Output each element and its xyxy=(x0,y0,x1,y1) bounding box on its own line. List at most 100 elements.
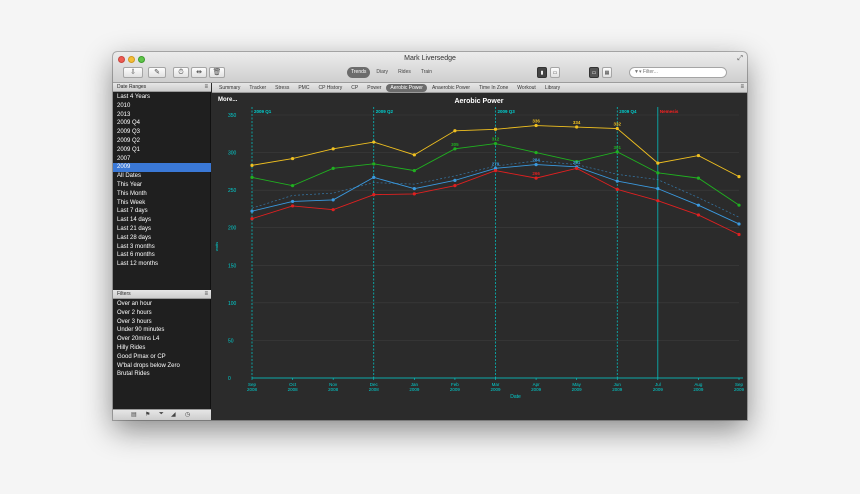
date-range-item[interactable]: Last 6 months xyxy=(113,251,211,260)
filter-input[interactable]: ▼▾ Filter... xyxy=(629,67,727,78)
x-tick-year: 2009 xyxy=(693,387,704,392)
tab-cp[interactable]: CP xyxy=(347,84,362,92)
date-range-item[interactable]: This Week xyxy=(113,199,211,208)
date-range-item[interactable]: Last 14 days xyxy=(113,216,211,225)
date-range-item[interactable]: Last 12 months xyxy=(113,260,211,269)
more-button[interactable]: More... xyxy=(218,97,237,103)
clock-icon[interactable]: ◷ xyxy=(185,411,190,418)
filter-item[interactable]: Under 90 minutes xyxy=(113,326,211,335)
tab-time-in-zone[interactable]: Time In Zone xyxy=(475,84,512,92)
segment-trends[interactable]: Trends xyxy=(347,67,371,78)
stopwatch-button[interactable]: ⏱ xyxy=(173,67,189,78)
tab-summary[interactable]: Summary xyxy=(215,84,244,92)
x-tick-year: 2009 xyxy=(612,387,623,392)
menu-icon[interactable]: ≡ xyxy=(204,83,208,92)
date-range-item[interactable]: Last 3 months xyxy=(113,243,211,252)
x-axis-label: Date xyxy=(510,394,521,400)
filter-item[interactable]: Over an hour xyxy=(113,300,211,309)
panel-icon: ▭ xyxy=(552,70,558,76)
tab-stress[interactable]: Stress xyxy=(271,84,293,92)
date-range-item[interactable]: This Year xyxy=(113,181,211,190)
data-point xyxy=(696,176,701,180)
date-range-item[interactable]: Last 7 days xyxy=(113,207,211,216)
date-range-item[interactable]: 2009 Q1 xyxy=(113,146,211,155)
data-point xyxy=(534,123,538,128)
segment-rides[interactable]: Rides xyxy=(394,67,415,78)
menu-icon[interactable]: ≡ xyxy=(204,290,208,299)
tab-pmc[interactable]: PMC xyxy=(294,84,313,92)
filter-item[interactable]: Good Pmax or CP xyxy=(113,353,211,362)
data-point xyxy=(534,176,538,180)
bottom-panel-toggle-button[interactable]: ▭ xyxy=(550,67,560,78)
data-label: 284 xyxy=(532,158,540,163)
funnel-icon[interactable]: ⏷ xyxy=(159,411,164,418)
date-range-item[interactable]: 2010 xyxy=(113,102,211,111)
date-range-item[interactable]: 2009 Q3 xyxy=(113,128,211,137)
date-range-item[interactable]: All Dates xyxy=(113,172,211,181)
segment-train[interactable]: Train xyxy=(417,67,436,78)
tab-cp-history[interactable]: CP History xyxy=(314,84,346,92)
window-title: Mark Liversedge xyxy=(404,55,456,62)
aerobic-power-chart: Aerobic Power050100150200250300350wattsS… xyxy=(214,98,745,400)
range-marker-label: 2009 Q2 xyxy=(376,109,394,114)
filter-item[interactable]: Over 20mins L4 xyxy=(113,335,211,344)
tile-view-button[interactable]: ▦ xyxy=(602,67,612,78)
calendar-icon[interactable]: ▤ xyxy=(131,411,137,418)
data-point xyxy=(290,156,295,161)
date-range-item[interactable]: 2007 xyxy=(113,155,211,164)
filter-item[interactable]: Over 3 hours xyxy=(113,318,211,327)
tab-view-button[interactable]: ▭ xyxy=(589,67,599,78)
data-label: 281 xyxy=(573,160,581,165)
bookmark-icon[interactable]: ⚑ xyxy=(145,411,150,418)
x-tick-year: 2009 xyxy=(450,387,461,392)
download-button[interactable]: ⇩ xyxy=(123,67,143,78)
data-point xyxy=(290,184,295,188)
filters-title: Filters xyxy=(117,291,131,297)
sidebar-toggle-button[interactable]: ▮ xyxy=(537,67,547,78)
data-label: 266 xyxy=(532,171,540,176)
delete-button[interactable]: 🗑 xyxy=(209,67,225,78)
date-range-item[interactable]: 2013 xyxy=(113,111,211,120)
data-point xyxy=(493,127,498,131)
tabs-menu-icon[interactable]: ≡ xyxy=(740,84,744,90)
y-tick-label: 350 xyxy=(228,113,237,119)
range-marker-label: Nemesis xyxy=(660,109,679,114)
date-range-item[interactable]: Last 21 days xyxy=(113,225,211,234)
stopwatch-icon: ⏱ xyxy=(178,69,184,76)
edit-icon: ✎ xyxy=(154,69,160,76)
date-range-item[interactable]: Last 4 Years xyxy=(113,93,211,102)
tab-workout[interactable]: Workout xyxy=(513,84,540,92)
date-ranges-title: Date Ranges xyxy=(117,84,147,90)
x-tick-year: 2009 xyxy=(490,387,501,392)
filter-item[interactable]: W'bal drops below Zero xyxy=(113,362,211,371)
data-point xyxy=(250,175,254,179)
data-point xyxy=(615,126,619,131)
split-button[interactable]: ⇹ xyxy=(191,67,207,78)
x-tick-year: 2008 xyxy=(328,387,339,392)
filter-item[interactable]: Hilly Rides xyxy=(113,344,211,353)
chart-icon[interactable]: ◢ xyxy=(171,411,176,418)
data-point xyxy=(453,178,457,182)
x-tick-year: 2009 xyxy=(734,387,745,392)
filter-item[interactable]: Over 2 hours xyxy=(113,309,211,318)
tab-anaerobic-power[interactable]: Anaerobic Power xyxy=(428,84,474,92)
edit-button[interactable]: ✎ xyxy=(148,67,166,78)
data-point xyxy=(453,147,457,151)
tab-power[interactable]: Power xyxy=(363,84,385,92)
date-range-item[interactable]: 2009 Q4 xyxy=(113,119,211,128)
data-point xyxy=(737,175,741,179)
date-range-item[interactable]: This Month xyxy=(113,190,211,199)
segment-diary[interactable]: Diary xyxy=(372,67,392,78)
download-icon: ⇩ xyxy=(130,69,136,76)
filter-item[interactable]: Brutal Rides xyxy=(113,370,211,379)
date-range-item[interactable]: 2009 Q2 xyxy=(113,137,211,146)
data-point xyxy=(412,169,416,173)
fullscreen-icon[interactable]: ⤢ xyxy=(737,55,743,63)
x-tick-year: 2009 xyxy=(531,387,542,392)
date-range-item[interactable]: 2009 xyxy=(113,163,211,173)
tab-tracker[interactable]: Tracker xyxy=(245,84,270,92)
data-point xyxy=(615,179,619,183)
tab-aerobic-power[interactable]: Aerobic Power xyxy=(386,83,427,92)
tab-library[interactable]: Library xyxy=(541,84,564,92)
date-range-item[interactable]: Last 28 days xyxy=(113,234,211,243)
